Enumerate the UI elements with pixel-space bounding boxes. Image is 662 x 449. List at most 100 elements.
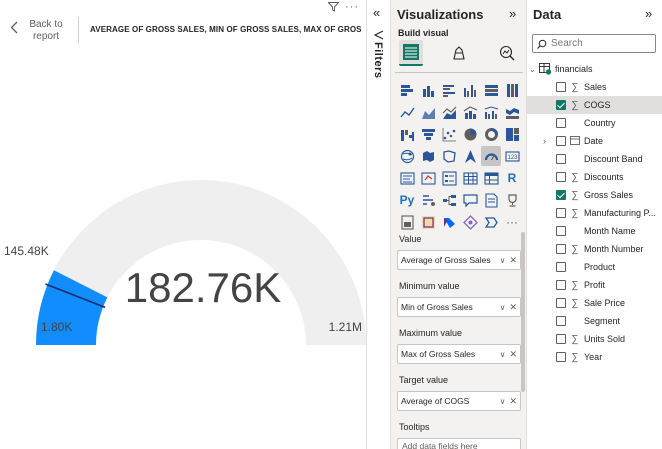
field-row[interactable]: ∑ Month Number [527,240,662,258]
qa-icon[interactable] [460,190,480,210]
filter-funnel-icon[interactable] [374,30,384,40]
field-checkbox[interactable] [556,82,566,92]
field-row[interactable]: ∑ Profit [527,276,662,294]
scatter-chart-icon[interactable] [439,124,459,144]
area-chart-icon[interactable] [418,102,438,122]
kpi-icon[interactable] [418,168,438,188]
matrix-icon[interactable] [481,168,501,188]
table-icon[interactable] [460,168,480,188]
field-checkbox[interactable] [556,136,566,146]
remove-field-icon[interactable]: ✕ [509,349,517,360]
analytics-tab-icon[interactable] [495,40,519,66]
clustered-bar-chart-icon[interactable] [439,80,459,100]
multi-row-card-icon[interactable] [397,168,417,188]
search-box[interactable] [532,34,656,53]
field-checkbox[interactable] [556,100,566,110]
power-automate-icon[interactable] [439,212,459,232]
build-visual-tab-icon[interactable] [399,40,423,66]
funnel-chart-icon[interactable] [418,124,438,144]
field-checkbox[interactable] [556,280,566,290]
field-checkbox[interactable] [556,352,566,362]
field-row[interactable]: Product [527,258,662,276]
remove-field-icon[interactable]: ✕ [509,255,517,266]
tooltips-drop-zone[interactable]: Add data fields here [397,438,521,449]
field-checkbox[interactable] [556,190,566,200]
field-checkbox[interactable] [556,208,566,218]
field-checkbox[interactable] [556,316,566,326]
field-checkbox[interactable] [556,262,566,272]
chevron-down-icon[interactable]: ∨ [500,397,506,406]
chevron-down-icon[interactable]: ∨ [500,350,506,359]
gauge-icon[interactable] [481,146,501,166]
map-icon[interactable] [397,146,417,166]
collapse-left-icon[interactable]: « [373,5,380,20]
shape-map-icon[interactable] [439,146,459,166]
stacked-area-chart-icon[interactable] [439,102,459,122]
field-row[interactable]: Country [527,114,662,132]
field-row[interactable]: ∑ Manufacturing P... [527,204,662,222]
pie-chart-icon[interactable] [460,124,480,144]
well-field[interactable]: Min of Gross Sales ∨ ✕ [397,297,521,317]
gauge-visual[interactable]: 182.76K 1.80K 1.21M 145.48K [0,0,366,449]
chevron-down-icon[interactable]: ⌄ [529,65,539,74]
field-checkbox[interactable] [556,172,566,182]
filled-map-icon[interactable] [418,146,438,166]
r-visual-icon[interactable]: R [502,168,522,188]
chevron-down-icon[interactable]: ∨ [500,303,506,312]
slicer-icon[interactable] [439,168,459,188]
line-clustered-column-chart-icon[interactable] [481,102,501,122]
wells-scrollbar[interactable] [521,232,525,392]
line-and-column-chart-icon[interactable] [460,102,480,122]
field-row[interactable]: Month Name [527,222,662,240]
chevron-right-icon[interactable]: › [543,136,546,146]
expand-right-icon[interactable]: » [509,6,516,21]
narrative-icon[interactable] [481,190,501,210]
field-row[interactable]: ∑ Discounts [527,168,662,186]
power-apps-icon[interactable] [418,212,438,232]
field-row[interactable]: ∑ Sale Price [527,294,662,312]
100-stacked-bar-chart-icon[interactable] [481,80,501,100]
field-row[interactable]: ∑ COGS [527,96,662,114]
well-field[interactable]: Max of Gross Sales ∨ ✕ [397,344,521,364]
field-row[interactable]: › Date [527,132,662,150]
clustered-column-chart-icon[interactable] [460,80,480,100]
field-checkbox[interactable] [556,118,566,128]
100-stacked-column-chart-icon[interactable] [502,80,522,100]
waterfall-chart-icon[interactable] [397,124,417,144]
format-visual-tab-icon[interactable] [447,40,471,66]
ribbon-chart-icon[interactable] [502,102,522,122]
filters-label[interactable]: Filters [372,42,384,79]
chevron-visual-icon[interactable] [481,212,501,232]
field-row[interactable]: Discount Band [527,150,662,168]
expand-right-icon[interactable]: » [645,6,652,21]
field-checkbox[interactable] [556,298,566,308]
field-row[interactable]: ∑ Year [527,348,662,366]
diamond-visual-icon[interactable] [460,212,480,232]
remove-field-icon[interactable]: ✕ [509,302,517,313]
stacked-column-chart-icon[interactable] [418,80,438,100]
table-financials[interactable]: ⌄ financials [527,60,662,78]
key-influencers-icon[interactable] [418,190,438,210]
well-field[interactable]: Average of COGS ∨ ✕ [397,391,521,411]
azure-map-icon[interactable] [460,146,480,166]
field-checkbox[interactable] [556,226,566,236]
decomposition-tree-icon[interactable] [439,190,459,210]
treemap-icon[interactable] [502,124,522,144]
chevron-down-icon[interactable]: ∨ [500,256,506,265]
field-checkbox[interactable] [556,334,566,344]
line-chart-icon[interactable] [397,102,417,122]
field-row[interactable]: ∑ Units Sold [527,330,662,348]
card-icon[interactable]: 123 [502,146,522,166]
field-checkbox[interactable] [556,154,566,164]
more-visuals-icon[interactable]: ··· [502,212,522,232]
field-checkbox[interactable] [556,244,566,254]
well-field[interactable]: Average of Gross Sales ∨ ✕ [397,250,521,270]
field-row[interactable]: ∑ Gross Sales [527,186,662,204]
field-row[interactable]: ∑ Sales [527,78,662,96]
remove-field-icon[interactable]: ✕ [509,396,517,407]
goals-icon[interactable] [502,190,522,210]
paginated-report-icon[interactable] [397,212,417,232]
donut-chart-icon[interactable] [481,124,501,144]
python-visual-icon[interactable]: Py [397,190,417,210]
search-input[interactable] [551,38,641,49]
